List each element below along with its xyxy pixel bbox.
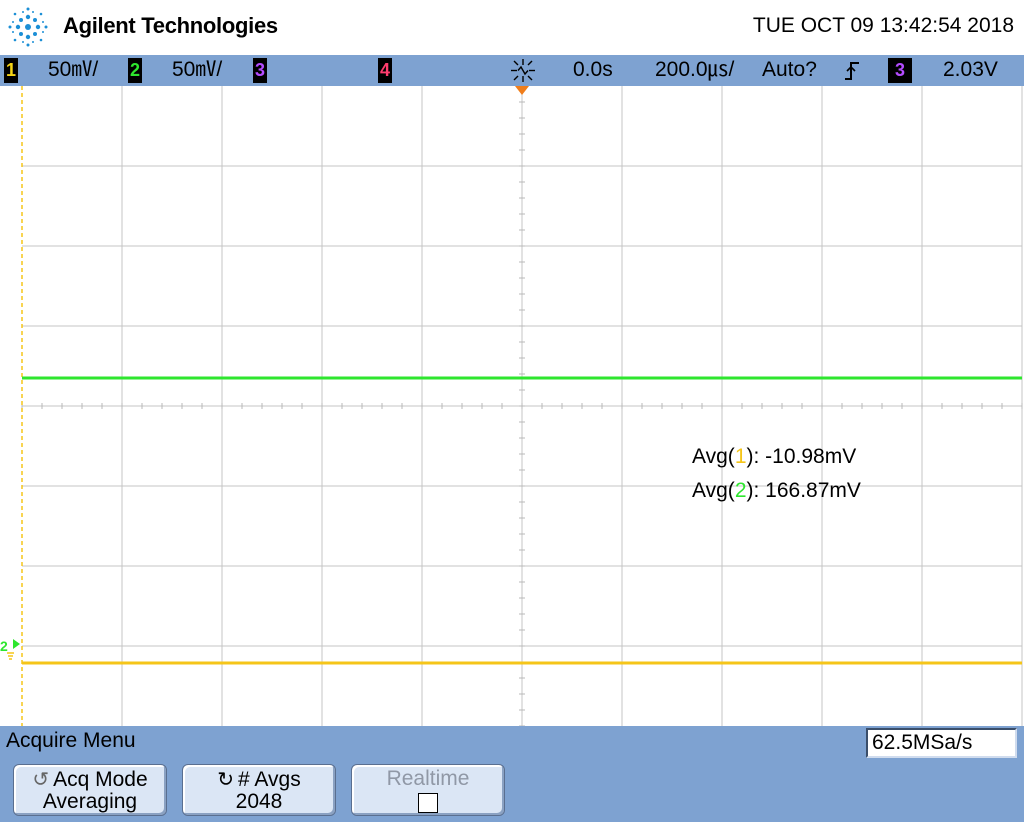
status-bar: 1 50㎷/ 2 50㎷/ 3 4 0.0s 200.0㎲/ Auto? 3 2… <box>0 55 1024 86</box>
acq-mode-label: Acq Mode <box>53 768 148 791</box>
measurement-avg-ch1: Avg(1): -10.98mV <box>692 445 857 468</box>
graticule: 2 <box>0 86 1023 726</box>
timebase-readout: 200.0㎲/ <box>655 58 735 81</box>
brand-name: Agilent Technologies <box>63 13 278 38</box>
rising-edge-icon <box>845 62 859 80</box>
acq-mode-softkey[interactable]: ↺ Acq Mode Averaging <box>13 764 167 816</box>
channel-1-scale: 50㎷/ <box>48 58 99 81</box>
delay-readout: 0.0s <box>573 58 613 81</box>
measurement-avg-ch2: Avg(2): 166.87mV <box>692 479 861 502</box>
trigger-position-marker <box>515 86 529 95</box>
trigger-source-indicator: 3 <box>888 58 912 83</box>
realtime-checkbox[interactable] <box>418 793 438 813</box>
softkey-bar: Acquire Menu 62.5MSa/s ↺ Acq Mode Averagi… <box>0 726 1024 822</box>
channel-2-scale: 50㎷/ <box>172 58 223 81</box>
trigger-level: 2.03V <box>943 58 998 81</box>
channel-2-indicator[interactable]: 2 <box>128 58 142 83</box>
datetime-readout: TUE OCT 09 13:42:54 2018 <box>752 14 1014 37</box>
waveform-display: 2 Avg(1): -10.98mV Avg(2): 166.87mV <box>0 86 1024 726</box>
header-bar: Agilent Technologies TUE OCT 09 13:42:54… <box>0 0 1024 55</box>
rotate-knob-icon: ↻ <box>217 769 235 791</box>
realtime-softkey[interactable]: Realtime <box>351 764 505 816</box>
num-avgs-label: # Avgs <box>238 768 301 791</box>
agilent-spark-icon <box>8 7 48 47</box>
sample-rate-readout: 62.5MSa/s <box>866 728 1017 758</box>
channel-3-indicator[interactable]: 3 <box>253 58 267 83</box>
rotate-knob-icon: ↺ <box>32 769 50 791</box>
acq-mode-value: Averaging <box>42 790 138 813</box>
num-avgs-value: 2048 <box>235 790 283 813</box>
channel-1-indicator[interactable]: 1 <box>4 58 18 83</box>
ground-marker-icon: 2 <box>0 638 20 660</box>
num-avgs-softkey[interactable]: ↻ # Avgs 2048 <box>182 764 336 816</box>
channel-4-indicator[interactable]: 4 <box>378 58 392 83</box>
realtime-label: Realtime <box>386 767 470 790</box>
svg-text:2: 2 <box>0 638 8 654</box>
trigger-run-icon <box>511 59 535 82</box>
menu-title: Acquire Menu <box>6 729 136 752</box>
trigger-mode: Auto? <box>762 58 817 81</box>
